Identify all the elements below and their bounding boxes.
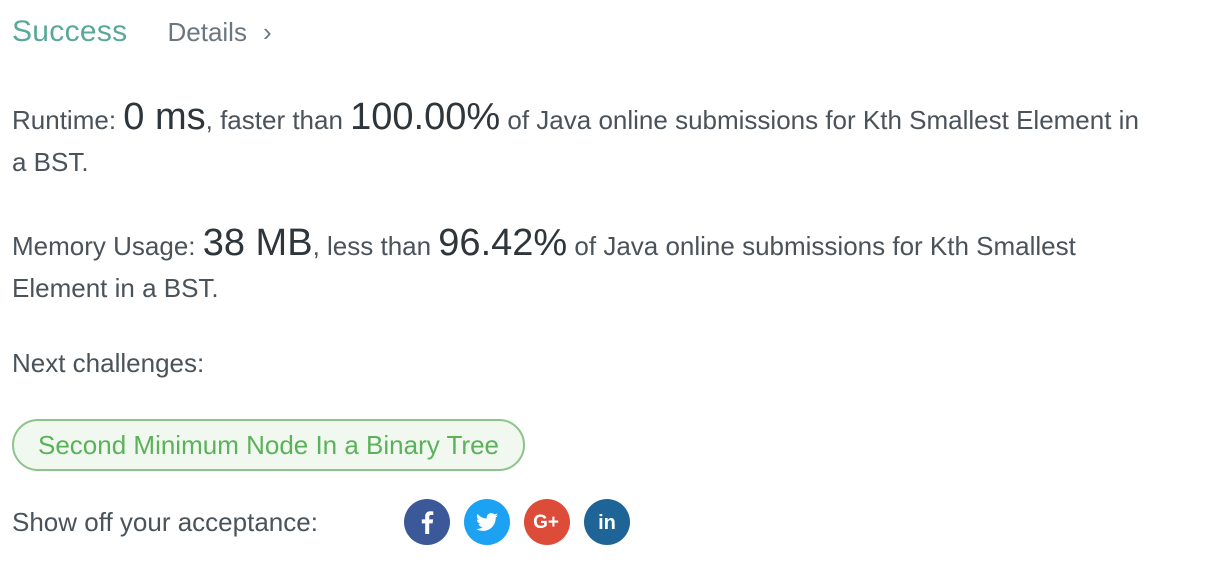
memory-comparison: , less than	[312, 231, 439, 261]
details-label: Details	[167, 16, 247, 47]
linkedin-share-button[interactable]: in	[584, 499, 630, 545]
svg-text:G+: G+	[533, 512, 559, 533]
google-plus-icon: G+	[533, 512, 559, 533]
runtime-comparison: , faster than	[205, 105, 351, 135]
details-link[interactable]: Details ›	[167, 17, 271, 48]
result-header: Success Details ›	[12, 10, 272, 54]
chevron-right-icon: ›	[262, 17, 272, 47]
facebook-share-button[interactable]	[404, 499, 450, 545]
memory-value: 38 MB	[202, 222, 313, 264]
facebook-icon	[421, 511, 434, 534]
twitter-icon	[476, 513, 498, 531]
submission-status: Success	[12, 15, 128, 48]
runtime-value: 0 ms	[123, 96, 206, 138]
linkedin-icon: in	[598, 512, 616, 534]
memory-label: Memory Usage:	[12, 231, 203, 261]
runtime-summary: Runtime: 0 ms, faster than 100.00% of Ja…	[12, 96, 1152, 183]
share-row: Show off your acceptance: G+ in	[12, 498, 644, 546]
svg-text:in: in	[598, 512, 616, 534]
share-label: Show off your acceptance:	[12, 506, 318, 537]
next-challenges-label: Next challenges:	[12, 348, 205, 378]
twitter-share-button[interactable]	[464, 499, 510, 545]
next-challenge-button[interactable]: Second Minimum Node In a Binary Tree	[12, 419, 525, 471]
google-plus-share-button[interactable]: G+	[524, 499, 570, 545]
memory-percent: 96.42%	[438, 222, 568, 264]
memory-summary: Memory Usage: 38 MB, less than 96.42% of…	[12, 222, 1152, 309]
runtime-label: Runtime:	[12, 105, 124, 135]
runtime-percent: 100.00%	[350, 96, 501, 138]
